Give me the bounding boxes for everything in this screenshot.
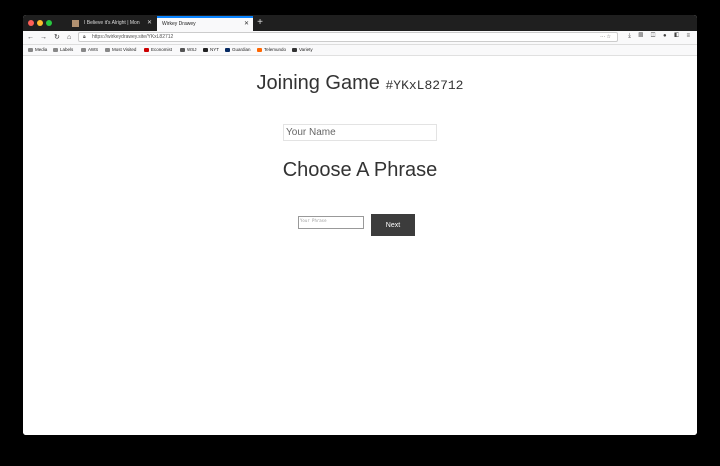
reload-icon[interactable]: ↻ [54,32,60,43]
page-content: Joining Game #YKxL82712 Choose A Phrase … [23,56,697,435]
tab-label: Wirkey Drawey [162,21,196,27]
toolbar-icons[interactable]: ⤓ ▤ ◫ ● ◧ ≡ [628,33,693,40]
browser-window: I Believe it's Alright | Mon ✕ Wirkey Dr… [23,15,697,435]
tab-wirkey-drawey[interactable]: Wirkey Drawey ✕ [157,16,253,31]
guardian-icon [225,47,230,52]
gear-icon [105,47,110,52]
back-icon[interactable]: ← [27,32,34,43]
navigation-bar: ← → ↻ ⌂ 🔒︎ https://wirkeydrawey.site/YKx… [23,31,697,45]
bookmark-item[interactable]: Telemundo [257,45,286,55]
tab-bar: I Believe it's Alright | Mon ✕ Wirkey Dr… [23,15,697,31]
close-window-button[interactable] [28,20,34,26]
game-code: #YKxL82712 [385,78,464,93]
close-icon[interactable]: ✕ [147,16,152,31]
tab-music[interactable]: I Believe it's Alright | Mon ✕ [68,16,156,31]
bookmark-item[interactable]: Variety [292,45,313,55]
bookmark-item[interactable]: Economist [144,45,172,55]
minimize-window-button[interactable] [37,20,43,26]
nyt-icon [203,47,208,52]
wsj-icon [180,47,185,52]
forward-icon[interactable]: → [40,32,47,43]
new-tab-button[interactable]: + [254,15,266,31]
lock-icon: 🔒︎ [83,34,86,40]
name-input[interactable] [283,124,437,141]
bookmark-item[interactable]: Most Visited [105,45,136,55]
page-actions-icon[interactable]: ··· ☆ [600,33,611,42]
url-text[interactable]: https://wirkeydrawey.site/YKxL82712 [92,33,173,42]
bookmark-item[interactable]: AWS [81,45,98,55]
phrase-input[interactable] [298,216,364,229]
variety-icon [292,47,297,52]
bookmark-item[interactable]: Guardian [225,45,251,55]
address-bar[interactable]: 🔒︎ https://wirkeydrawey.site/YKxL82712 ·… [78,32,618,42]
folder-icon [53,47,58,52]
title-text: Joining Game [256,72,380,94]
folder-icon [81,47,86,52]
economist-icon [144,47,149,52]
page-title: Joining Game #YKxL82712 [23,72,697,95]
next-button[interactable]: Next [371,214,415,236]
tab-favicon-icon [72,20,79,27]
zoom-window-button[interactable] [46,20,52,26]
home-icon[interactable]: ⌂ [67,32,71,43]
bookmark-item[interactable]: NYT [203,45,219,55]
bookmark-item[interactable]: WSJ [180,45,197,55]
tab-label: I Believe it's Alright | Mon [84,20,140,26]
choose-phrase-heading: Choose A Phrase [282,159,438,181]
bookmarks-bar: Media Labels AWS Most Visited Economist … [23,45,697,56]
bookmark-item[interactable]: Labels [53,45,73,55]
folder-icon [28,47,33,52]
close-icon[interactable]: ✕ [244,18,249,31]
telemundo-icon [257,47,262,52]
bookmark-item[interactable]: Media [28,45,47,55]
